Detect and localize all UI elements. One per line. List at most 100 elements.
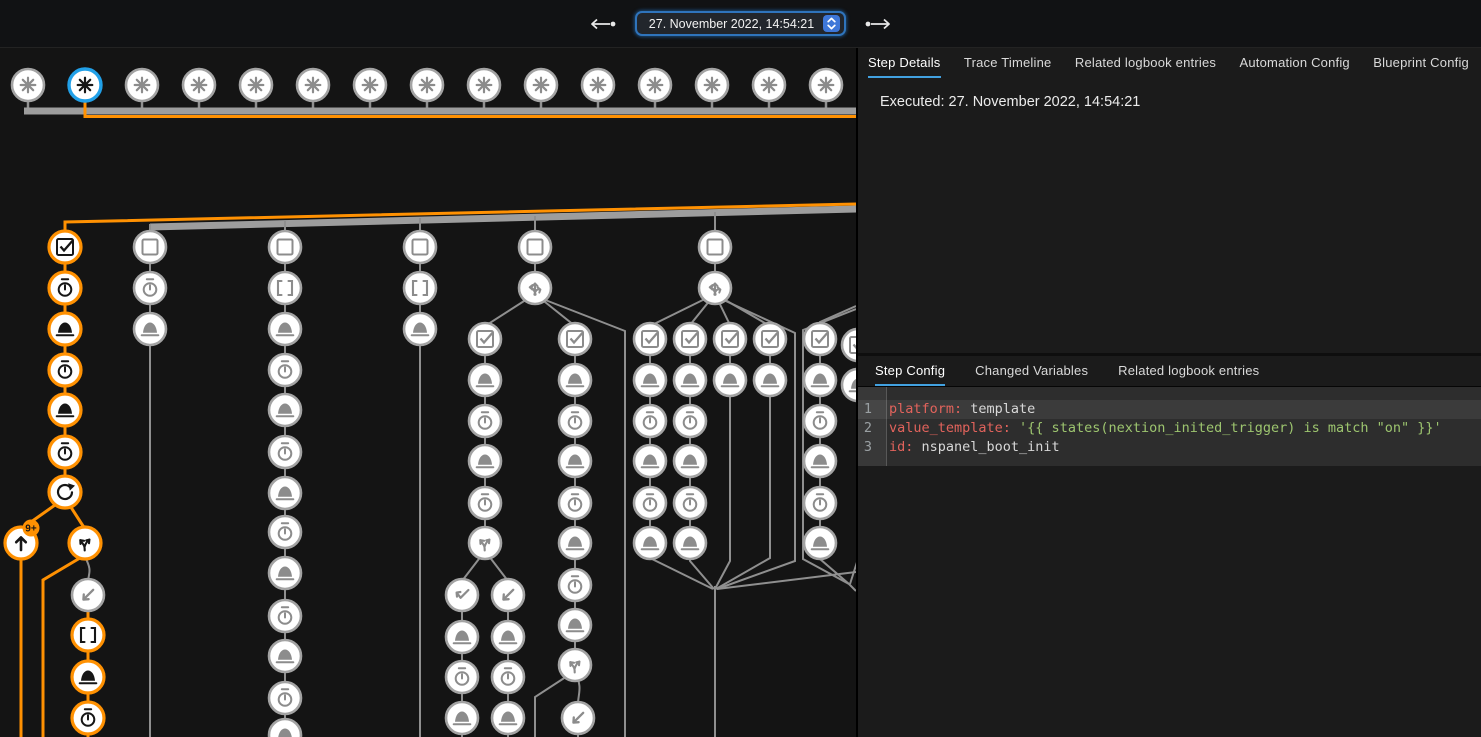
node-check-arrow[interactable] <box>446 579 478 611</box>
node-service-bell[interactable] <box>72 661 104 693</box>
trace-graph[interactable]: 9+ <box>0 48 856 737</box>
node-service-bell[interactable] <box>269 557 301 589</box>
node-service-bell[interactable] <box>714 364 746 396</box>
tab-trace-timeline[interactable]: Trace Timeline <box>964 48 1052 78</box>
node-service-bell[interactable] <box>634 445 666 477</box>
node-service-bell[interactable] <box>674 364 706 396</box>
node-stopwatch[interactable] <box>804 405 836 437</box>
node-service-bell[interactable] <box>634 364 666 396</box>
node-stopwatch[interactable] <box>634 487 666 519</box>
node-stopwatch[interactable] <box>269 354 301 386</box>
trace-graph-pane[interactable]: 9+ <box>0 48 856 737</box>
node-trigger-asterisk[interactable] <box>411 69 443 101</box>
node-trigger-asterisk[interactable] <box>69 69 101 101</box>
node-service-bell[interactable] <box>804 527 836 559</box>
node-condition-checked[interactable] <box>714 323 746 355</box>
node-stopwatch[interactable] <box>269 682 301 714</box>
node-condition-checked[interactable] <box>469 323 501 355</box>
node-stopwatch[interactable] <box>492 661 524 693</box>
node-condition-checked[interactable] <box>559 323 591 355</box>
node-arrow-bottom-left[interactable] <box>492 579 524 611</box>
node-service-bell[interactable] <box>269 313 301 345</box>
node-brackets[interactable] <box>404 272 436 304</box>
node-service-bell[interactable] <box>49 313 81 345</box>
node-condition-checked[interactable] <box>754 323 786 355</box>
node-trigger-asterisk[interactable] <box>639 69 671 101</box>
node-service-bell[interactable] <box>804 364 836 396</box>
next-trace-button[interactable] <box>859 14 897 34</box>
node-condition-checked[interactable] <box>804 323 836 355</box>
node-stopwatch[interactable] <box>269 600 301 632</box>
tab-related-logbook-entries[interactable]: Related logbook entries <box>1075 48 1216 78</box>
node-condition-checked[interactable] <box>49 231 81 263</box>
node-stopwatch[interactable] <box>559 487 591 519</box>
node-stopwatch[interactable] <box>269 516 301 548</box>
node-service-bell[interactable] <box>492 621 524 653</box>
node-trigger-asterisk[interactable] <box>582 69 614 101</box>
node-condition-checked[interactable] <box>634 323 666 355</box>
node-repeat[interactable] <box>49 476 81 508</box>
node-trigger-asterisk[interactable] <box>468 69 500 101</box>
tab-changed-variables[interactable]: Changed Variables <box>975 356 1088 386</box>
node-choose[interactable] <box>699 272 731 304</box>
node-service-bell[interactable] <box>842 369 856 401</box>
node-service-bell[interactable] <box>269 640 301 672</box>
node-trigger-asterisk[interactable] <box>297 69 329 101</box>
node-stopwatch[interactable] <box>469 405 501 437</box>
node-stopwatch[interactable] <box>72 702 104 734</box>
node-stopwatch[interactable] <box>134 272 166 304</box>
node-trigger-asterisk[interactable] <box>525 69 557 101</box>
node-stopwatch[interactable] <box>634 405 666 437</box>
node-box-outline[interactable] <box>269 231 301 263</box>
node-arrow-bottom-left[interactable] <box>562 702 594 734</box>
node-trigger-asterisk[interactable] <box>354 69 386 101</box>
node-service-bell[interactable] <box>674 527 706 559</box>
code-editor[interactable]: 1platform: template2value_template: '{{ … <box>858 387 1481 466</box>
node-service-bell[interactable] <box>469 445 501 477</box>
node-brackets[interactable] <box>72 619 104 651</box>
node-box-outline[interactable] <box>699 231 731 263</box>
node-service-bell[interactable] <box>754 364 786 396</box>
node-stopwatch[interactable] <box>804 487 836 519</box>
node-split[interactable] <box>559 649 591 681</box>
node-service-bell[interactable] <box>134 313 166 345</box>
node-stopwatch[interactable] <box>49 272 81 304</box>
node-split[interactable] <box>69 527 101 559</box>
tab-step-config[interactable]: Step Config <box>875 356 945 386</box>
node-stopwatch[interactable] <box>49 354 81 386</box>
node-box-outline[interactable] <box>134 231 166 263</box>
node-trigger-asterisk[interactable] <box>183 69 215 101</box>
node-service-bell[interactable] <box>404 313 436 345</box>
node-split[interactable] <box>469 527 501 559</box>
node-trigger-asterisk[interactable] <box>696 69 728 101</box>
node-stopwatch[interactable] <box>559 569 591 601</box>
node-stopwatch[interactable] <box>469 487 501 519</box>
node-stopwatch[interactable] <box>674 487 706 519</box>
node-service-bell[interactable] <box>269 477 301 509</box>
previous-trace-button[interactable] <box>584 14 622 34</box>
node-service-bell[interactable] <box>492 702 524 734</box>
trace-timestamp-select[interactable]: 27. November 2022, 14:54:21 <box>635 11 846 36</box>
node-stopwatch[interactable] <box>49 436 81 468</box>
node-service-bell[interactable] <box>559 609 591 641</box>
node-service-bell[interactable] <box>446 702 478 734</box>
node-trigger-asterisk[interactable] <box>753 69 785 101</box>
node-arrow-bottom-left[interactable] <box>72 579 104 611</box>
node-service-bell[interactable] <box>49 394 81 426</box>
tab-related-logbook-entries[interactable]: Related logbook entries <box>1118 356 1259 386</box>
node-condition-checked[interactable] <box>674 323 706 355</box>
tab-blueprint-config[interactable]: Blueprint Config <box>1373 48 1469 78</box>
node-trigger-asterisk[interactable] <box>810 69 842 101</box>
node-stopwatch[interactable] <box>559 405 591 437</box>
node-stopwatch[interactable] <box>674 405 706 437</box>
node-service-bell[interactable] <box>559 527 591 559</box>
node-service-bell[interactable] <box>269 394 301 426</box>
node-condition-checked[interactable] <box>842 329 856 361</box>
tab-step-details[interactable]: Step Details <box>868 48 941 78</box>
node-choose[interactable] <box>519 272 551 304</box>
node-service-bell[interactable] <box>559 445 591 477</box>
node-trigger-asterisk[interactable] <box>126 69 158 101</box>
node-service-bell[interactable] <box>269 719 301 737</box>
tab-automation-config[interactable]: Automation Config <box>1240 48 1350 78</box>
node-service-bell[interactable] <box>446 621 478 653</box>
